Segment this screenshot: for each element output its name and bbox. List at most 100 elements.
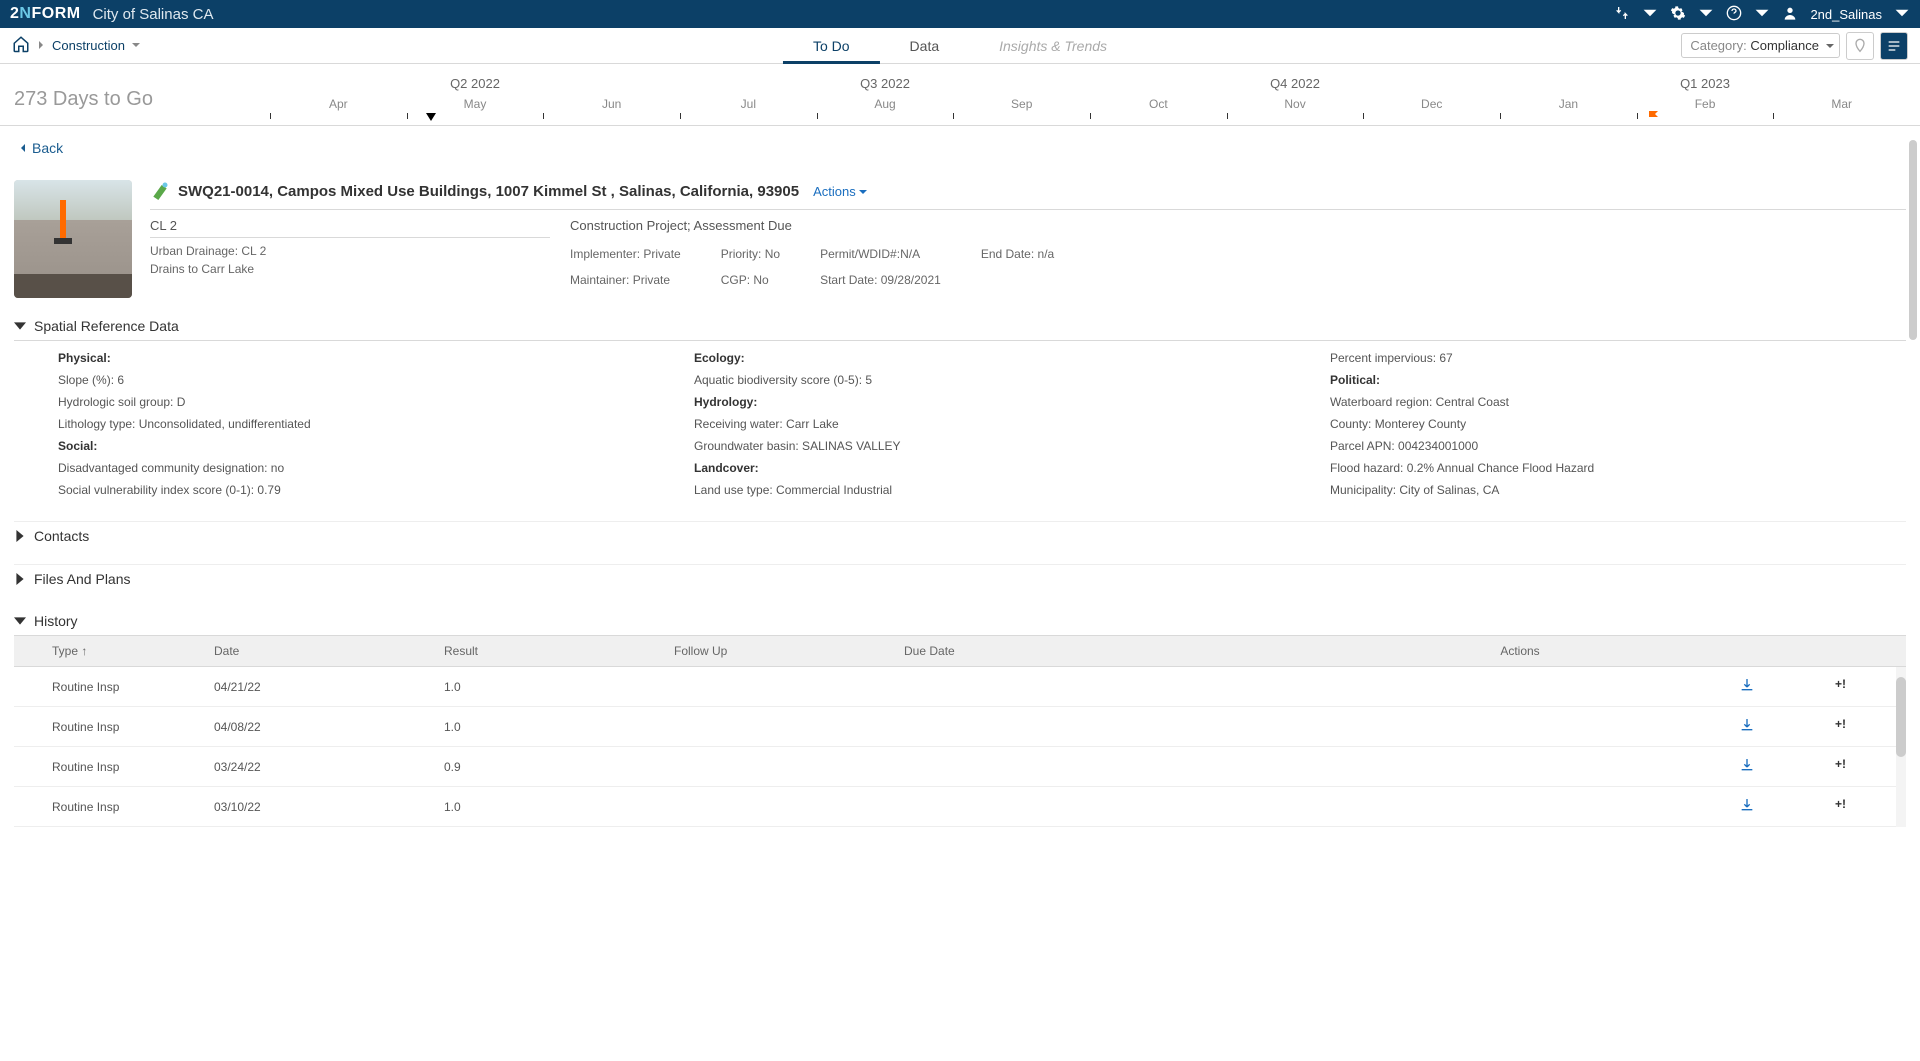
scrollbar[interactable] (1896, 667, 1906, 827)
srd-item: Slope (%): 6 (58, 373, 634, 387)
table-row: Routine Insp03/24/220.9+! (14, 747, 1906, 787)
project-thumbnail[interactable] (14, 180, 132, 298)
srd-item: Lithology type: Unconsolidated, undiffer… (58, 417, 634, 431)
srd-item: Municipality: City of Salinas, CA (1330, 483, 1906, 497)
quarter-label: Q2 2022 (270, 76, 680, 91)
section-history: History Type ↑ Date Result Follow Up Due… (14, 607, 1906, 827)
download-icon[interactable] (1739, 717, 1755, 736)
history-header: Type ↑ Date Result Follow Up Due Date Ac… (14, 635, 1906, 667)
srd-item: Groundwater basin: SALINAS VALLEY (694, 439, 1270, 453)
srd-item: Waterboard region: Central Coast (1330, 395, 1906, 409)
srd-item: Disadvantaged community designation: no (58, 461, 634, 475)
col-type[interactable]: Type ↑ (14, 644, 214, 658)
category-value: Compliance (1750, 38, 1819, 53)
srd-cat: Landcover: (694, 461, 1270, 475)
subnav: Construction To Do Data Insights & Trend… (0, 28, 1920, 64)
month-label: Jul (680, 97, 817, 111)
cell-date: 04/08/22 (214, 720, 444, 734)
timeline: 273 Days to Go Q2 2022 Q3 2022 Q4 2022 Q… (0, 64, 1920, 126)
col-result[interactable]: Result (444, 644, 674, 658)
download-icon[interactable] (1739, 757, 1755, 776)
breadcrumb-link[interactable]: Construction (52, 38, 125, 53)
gear-icon[interactable] (1670, 5, 1686, 24)
sync-icon[interactable] (1614, 5, 1630, 24)
escalate-button[interactable]: +! (1835, 677, 1846, 696)
section-toggle-contacts[interactable]: Contacts (14, 522, 1906, 550)
logo-part: N (19, 5, 31, 22)
srd-item: Aquatic biodiversity score (0-5): 5 (694, 373, 1270, 387)
download-icon[interactable] (1739, 797, 1755, 816)
section-title: Contacts (34, 528, 89, 544)
srd-item: Percent impervious: 67 (1330, 351, 1906, 365)
srd-cat: Physical: (58, 351, 634, 365)
nav-tabs: To Do Data Insights & Trends (783, 28, 1137, 64)
chevron-down-icon[interactable] (125, 38, 147, 53)
tab-todo[interactable]: To Do (783, 28, 880, 64)
col-due[interactable]: Due Date (904, 644, 1134, 658)
srd-item: Receiving water: Carr Lake (694, 417, 1270, 431)
section-files: Files And Plans (14, 564, 1906, 593)
chevron-down-icon[interactable] (1642, 5, 1658, 24)
srd-item: Parcel APN: 004234001000 (1330, 439, 1906, 453)
history-body: Routine Insp04/21/221.0+!Routine Insp04/… (14, 667, 1906, 827)
month-label: Oct (1090, 97, 1227, 111)
list-button[interactable] (1880, 32, 1908, 60)
escalate-button[interactable]: +! (1835, 757, 1846, 776)
user-name[interactable]: 2nd_Salinas (1810, 7, 1882, 22)
section-toggle-history[interactable]: History (14, 607, 1906, 635)
user-icon[interactable] (1782, 5, 1798, 24)
chevron-down-icon[interactable] (1698, 5, 1714, 24)
cell-result: 1.0 (444, 680, 674, 694)
month-label: Jun (543, 97, 680, 111)
urban-drainage: Urban Drainage: CL 2 (150, 244, 550, 258)
srd-item: Flood hazard: 0.2% Annual Chance Flood H… (1330, 461, 1906, 475)
srd-cat: Political: (1330, 373, 1906, 387)
col-date[interactable]: Date (214, 644, 444, 658)
project-title: SWQ21-0014, Campos Mixed Use Buildings, … (178, 183, 799, 200)
triangle-down-icon (14, 320, 26, 332)
section-title: History (34, 613, 78, 629)
cell-type: Routine Insp (14, 680, 214, 694)
month-label: May (407, 97, 544, 111)
cell-date: 03/24/22 (214, 760, 444, 774)
chevron-right-icon (30, 38, 52, 53)
chevron-down-icon[interactable] (1754, 5, 1770, 24)
sort-up-icon: ↑ (81, 644, 87, 658)
logo: 2NFORM (10, 5, 81, 23)
quarter-label: Q3 2022 (680, 76, 1090, 91)
download-icon[interactable] (1739, 677, 1755, 696)
chevron-down-icon (858, 187, 868, 197)
month-label: Jan (1500, 97, 1637, 111)
back-link[interactable]: Back (18, 140, 63, 156)
help-icon[interactable] (1726, 5, 1742, 24)
home-icon[interactable] (12, 35, 30, 56)
actions-label: Actions (813, 184, 856, 199)
chevron-down-icon[interactable] (1894, 5, 1910, 24)
cell-type: Routine Insp (14, 760, 214, 774)
table-row: Routine Insp04/21/221.0+! (14, 667, 1906, 707)
col-follow[interactable]: Follow Up (674, 644, 904, 658)
escalate-button[interactable]: +! (1835, 797, 1846, 816)
chevron-down-icon (1825, 41, 1835, 51)
logo-part: 2 (10, 5, 19, 22)
category-select[interactable]: Category: Compliance (1681, 33, 1840, 58)
end-date: End Date: n/a (981, 247, 1054, 261)
project-status: Construction Project; Assessment Due (570, 218, 1906, 237)
month-label: Aug (817, 97, 954, 111)
actions-dropdown[interactable]: Actions (813, 184, 868, 199)
srd-cat: Social: (58, 439, 634, 453)
col-actions[interactable]: Actions (1134, 644, 1906, 658)
tab-insights[interactable]: Insights & Trends (969, 28, 1137, 64)
days-to-go: 273 Days to Go (14, 88, 153, 111)
back-label: Back (32, 140, 63, 156)
cell-type: Routine Insp (14, 800, 214, 814)
logo-part: FORM (31, 5, 80, 22)
tab-data[interactable]: Data (880, 28, 970, 64)
category-icon (150, 180, 170, 203)
pin-button[interactable] (1846, 32, 1874, 60)
permit: Permit/WDID#:N/A (820, 247, 941, 261)
escalate-button[interactable]: +! (1835, 717, 1846, 736)
section-toggle-spatial[interactable]: Spatial Reference Data (14, 312, 1906, 340)
main-scrollbar[interactable] (1906, 140, 1920, 1061)
section-toggle-files[interactable]: Files And Plans (14, 565, 1906, 593)
